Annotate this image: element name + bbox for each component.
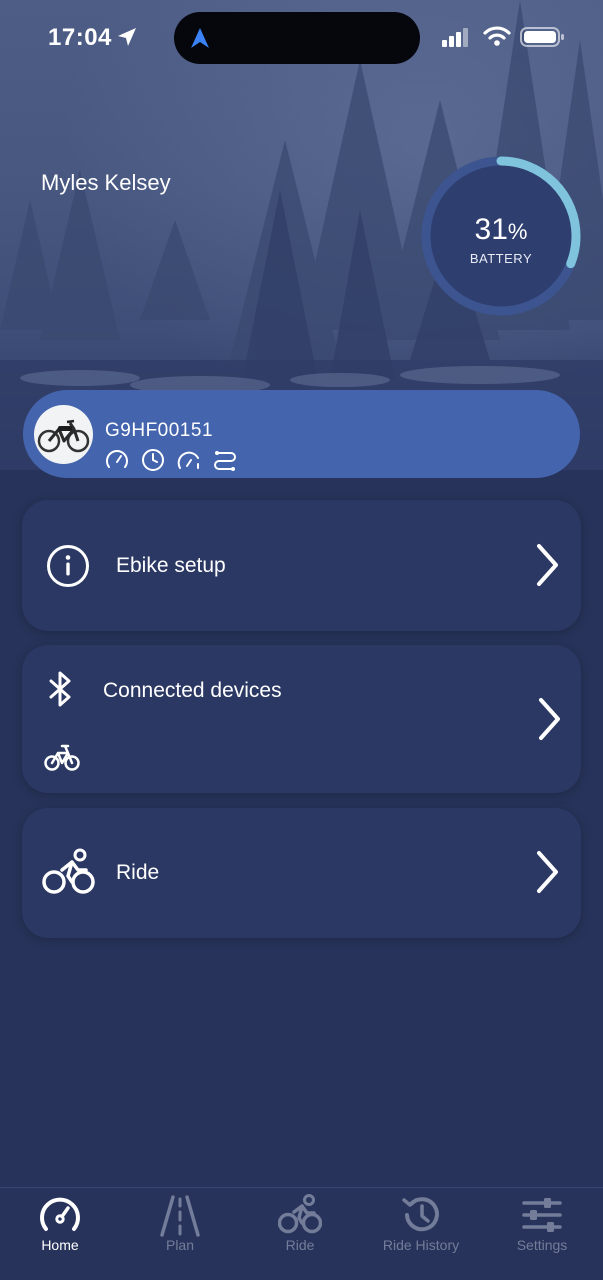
ebike-setup-card[interactable]: Ebike setup xyxy=(22,500,581,631)
ride-label: Ride xyxy=(116,861,160,884)
tab-settings[interactable]: Settings xyxy=(482,1188,602,1280)
tab-ride-history-label: Ride History xyxy=(382,1237,460,1253)
tab-ride-history[interactable]: Ride History xyxy=(361,1188,481,1280)
navigation-arrow-icon xyxy=(191,28,209,48)
cellular-signal-icon xyxy=(442,28,468,47)
status-bar: 17:04 xyxy=(0,0,603,80)
tab-ride[interactable]: Ride xyxy=(240,1188,360,1280)
tab-bar: Home Plan Ride Ride History Settings xyxy=(0,1187,603,1280)
ebike-setup-label: Ebike setup xyxy=(116,554,226,577)
bike-avatar xyxy=(34,405,93,464)
route-icon xyxy=(213,448,237,472)
location-arrow-icon xyxy=(118,28,136,46)
chevron-right-icon xyxy=(537,544,558,586)
tab-plan[interactable]: Plan xyxy=(120,1188,240,1280)
battery-percent-value: 31 xyxy=(474,213,508,246)
clock-icon xyxy=(141,448,165,472)
tab-ride-label: Ride xyxy=(285,1237,315,1253)
speedometer-icon xyxy=(40,1197,80,1231)
bike-status-icons xyxy=(105,448,237,472)
ride-card[interactable]: Ride xyxy=(22,808,581,938)
battery-percent-unit: % xyxy=(507,219,528,244)
speedometer-icon xyxy=(105,448,129,472)
tab-home-label: Home xyxy=(41,1237,79,1253)
ebike-photo-icon xyxy=(37,419,90,453)
phone-battery-icon xyxy=(520,27,564,47)
dynamic-island xyxy=(174,12,420,64)
bike-id: G9HF00151 xyxy=(105,420,214,441)
chevron-right-icon xyxy=(539,698,560,740)
bike-device-icon xyxy=(44,744,80,771)
cyclist-icon xyxy=(42,848,95,894)
connected-devices-card[interactable]: Connected devices xyxy=(22,645,581,793)
battery-percent: 31% xyxy=(420,213,582,247)
info-icon xyxy=(47,545,89,587)
tab-settings-label: Settings xyxy=(516,1237,568,1253)
gauge-icon xyxy=(177,448,201,472)
wifi-icon xyxy=(483,26,511,46)
connected-devices-label: Connected devices xyxy=(103,679,282,702)
bike-icon xyxy=(278,1194,322,1234)
user-name: Myles Kelsey xyxy=(41,170,171,195)
history-icon xyxy=(402,1197,439,1232)
status-time: 17:04 xyxy=(48,24,112,51)
sliders-icon xyxy=(522,1198,562,1232)
chevron-right-icon xyxy=(537,851,558,893)
bluetooth-icon xyxy=(49,671,71,707)
tab-home[interactable]: Home xyxy=(0,1188,120,1280)
battery-label: BATTERY xyxy=(469,251,533,266)
road-icon xyxy=(160,1195,200,1237)
bike-card[interactable]: G9HF00151 xyxy=(23,390,580,478)
tab-plan-label: Plan xyxy=(165,1237,195,1253)
